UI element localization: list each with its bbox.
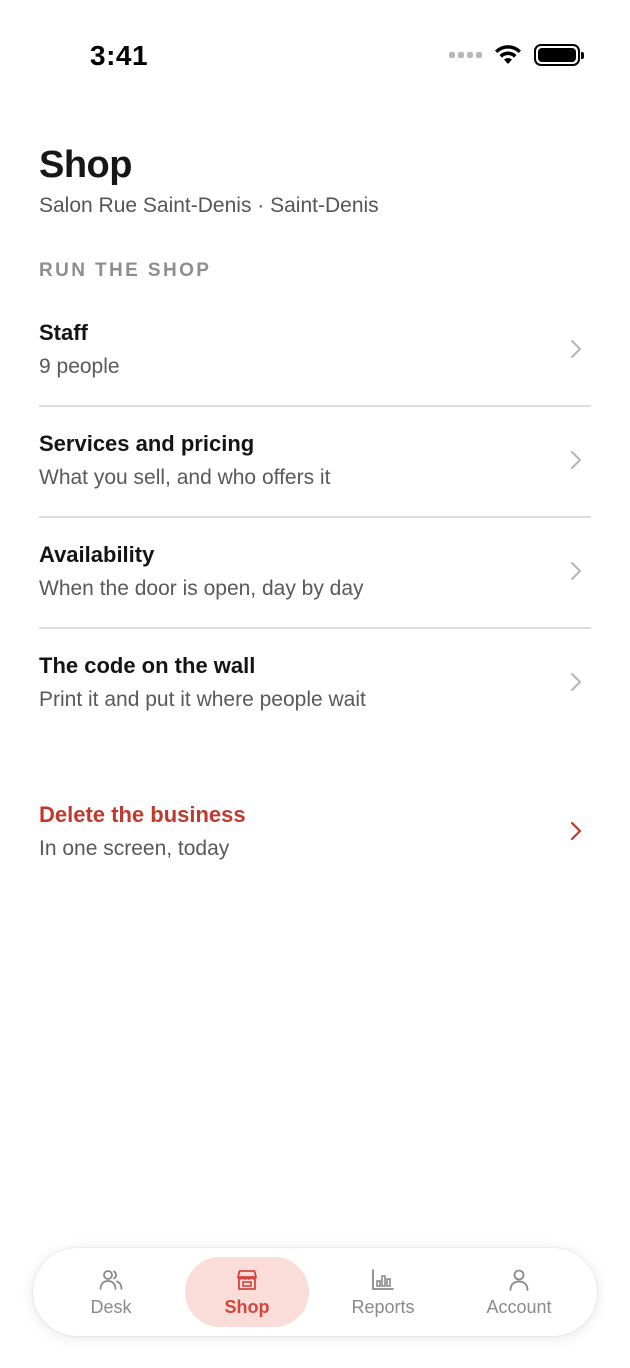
chevron-right-icon [570,821,582,841]
tab-label: Desk [90,1296,132,1317]
status-icons [449,44,584,66]
list-item-description: When the door is open, day by day [39,577,364,600]
list-item-code-on-wall[interactable]: The code on the wall Print it and put it… [39,629,591,740]
storefront-icon [237,1269,257,1290]
section-label: RUN THE SHOP [39,260,212,281]
tab-account[interactable]: Account [457,1257,581,1327]
tab-desk[interactable]: Desk [49,1257,173,1327]
list-item-description: 9 people [39,355,120,378]
list-item-title: Services and pricing [39,431,255,456]
list-item-title: Staff [39,320,88,345]
delete-business-title: Delete the business [39,802,246,827]
tab-bar: Desk Shop Reports Account [33,1248,597,1336]
status-bar: 3:41 [0,0,630,110]
list-item-description: What you sell, and who offers it [39,466,331,489]
delete-business-item[interactable]: Delete the business In one screen, today [39,780,591,880]
wifi-icon [495,45,521,64]
shop-settings-list: Staff 9 people Services and pricing What… [39,296,591,740]
list-item-availability[interactable]: Availability When the door is open, day … [39,518,591,629]
tab-label: Account [486,1296,552,1317]
chevron-right-icon [571,340,581,358]
delete-business-description: In one screen, today [39,837,230,860]
people-icon [99,1269,123,1290]
chevron-right-icon [571,562,581,580]
cellular-signal-icon [449,52,482,58]
bar-chart-icon [372,1268,394,1290]
battery-icon [534,44,584,66]
list-item-description: Print it and put it where people wait [39,688,366,711]
tab-reports[interactable]: Reports [321,1257,445,1327]
chevron-right-icon [571,673,581,691]
list-item-title: The code on the wall [39,653,256,678]
page-title: Shop [39,144,132,186]
tab-label: Reports [351,1296,415,1317]
tab-label: Shop [224,1296,270,1317]
list-item-title: Availability [39,542,155,567]
page-subtitle: Salon Rue Saint-Denis · Saint-Denis [39,194,379,217]
tab-shop[interactable]: Shop [185,1257,309,1327]
status-time: 3:41 [90,40,149,71]
person-icon [509,1269,529,1291]
list-item-services-pricing[interactable]: Services and pricing What you sell, and … [39,407,591,518]
list-item-staff[interactable]: Staff 9 people [39,296,591,407]
chevron-right-icon [571,451,581,469]
